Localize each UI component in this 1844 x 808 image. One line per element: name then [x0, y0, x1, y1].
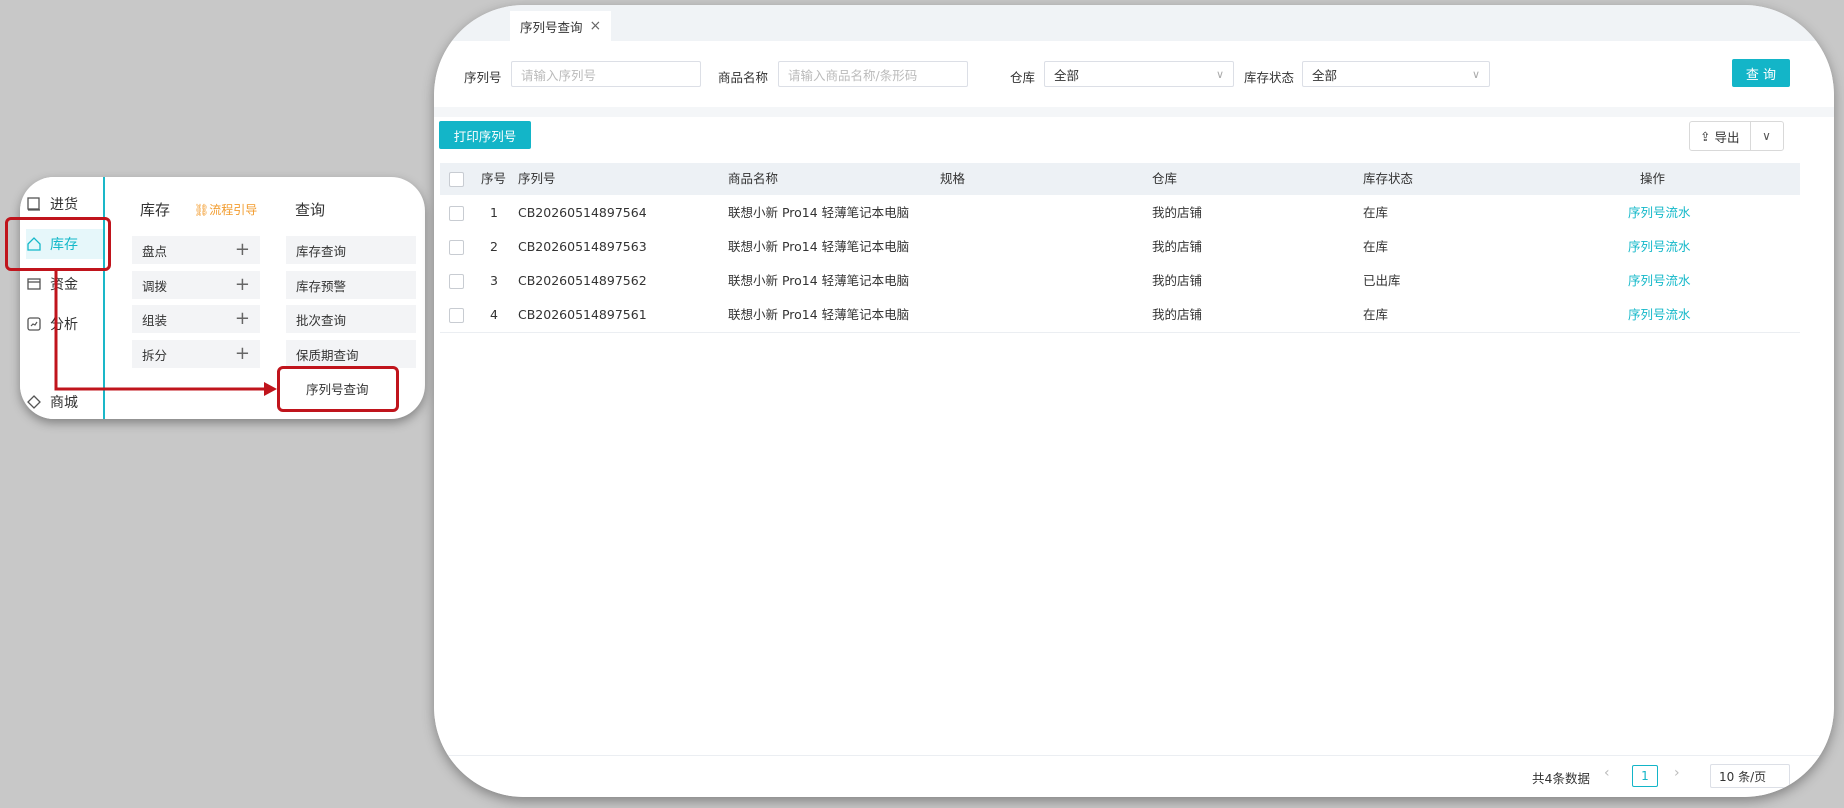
serial-input[interactable]: 请输入序列号: [511, 61, 701, 87]
export-button-group: ⇪ 导出 ∨: [1689, 121, 1784, 151]
serial-label: 序列号: [464, 70, 502, 85]
cell-index: 1: [490, 205, 498, 220]
chevron-down-icon: ∨: [1762, 129, 1771, 143]
cell-serial: CB20260514897563: [518, 239, 647, 254]
select-all-checkbox[interactable]: [449, 172, 464, 187]
cell-status: 在库: [1363, 239, 1389, 254]
row-checkbox[interactable]: [449, 240, 464, 255]
divider: [434, 107, 1834, 117]
chevron-down-icon: ∨: [1471, 67, 1480, 81]
cell-warehouse: 我的店铺: [1152, 205, 1203, 220]
table-row[interactable]: 4 CB20260514897561 联想小新 Pro14 轻薄笔记本电脑 我的…: [440, 298, 1800, 333]
row-checkbox[interactable]: [449, 308, 464, 323]
cell-serial: CB20260514897562: [518, 273, 647, 288]
tab-bar: 序列号查询 ×: [434, 5, 1834, 41]
serial-flow-link[interactable]: 序列号流水: [1628, 264, 1691, 298]
serial-flow-link[interactable]: 序列号流水: [1628, 196, 1691, 230]
col-warehouse: 仓库: [1152, 171, 1178, 186]
status-label: 库存状态: [1244, 70, 1295, 85]
chevron-down-icon: ∨: [1215, 67, 1224, 81]
status-value: 全部: [1312, 67, 1338, 83]
page-number-current[interactable]: 1: [1632, 765, 1658, 787]
page-size-select[interactable]: 10 条/页: [1710, 764, 1790, 788]
serial-flow-link[interactable]: 序列号流水: [1628, 230, 1691, 264]
cell-status: 已出库: [1363, 273, 1401, 288]
col-product: 商品名称: [728, 171, 779, 186]
footer-divider: [434, 755, 1834, 756]
cell-warehouse: 我的店铺: [1152, 307, 1203, 322]
col-action: 操作: [1640, 171, 1666, 186]
prev-page-icon[interactable]: ‹: [1604, 765, 1610, 781]
col-serial: 序列号: [518, 171, 556, 186]
product-label: 商品名称: [718, 70, 769, 85]
cell-product: 联想小新 Pro14 轻薄笔记本电脑: [728, 239, 910, 254]
cell-product: 联想小新 Pro14 轻薄笔记本电脑: [728, 205, 910, 220]
col-index: 序号: [481, 171, 507, 186]
main-window: 序列号查询 × 序列号 请输入序列号 商品名称 请输入商品名称/条形码 仓库 全…: [434, 5, 1834, 797]
cell-serial: CB20260514897564: [518, 205, 647, 220]
export-label: 导出: [1714, 129, 1740, 145]
table-row[interactable]: 3 CB20260514897562 联想小新 Pro14 轻薄笔记本电脑 我的…: [440, 264, 1800, 299]
table-row[interactable]: 1 CB20260514897564 联想小新 Pro14 轻薄笔记本电脑 我的…: [440, 196, 1800, 231]
tab-label: 序列号查询: [520, 19, 583, 35]
content-area: 序列号 请输入序列号 商品名称 请输入商品名称/条形码 仓库 全部 ∨ 库存状态 …: [434, 41, 1834, 797]
serial-flow-link[interactable]: 序列号流水: [1628, 298, 1691, 332]
close-icon[interactable]: ×: [590, 18, 602, 34]
next-page-icon[interactable]: ›: [1674, 765, 1680, 781]
cell-index: 2: [490, 239, 498, 254]
cell-index: 3: [490, 273, 498, 288]
cell-warehouse: 我的店铺: [1152, 239, 1203, 254]
table-row[interactable]: 2 CB20260514897563 联想小新 Pro14 轻薄笔记本电脑 我的…: [440, 230, 1800, 265]
print-serial-button[interactable]: 打印序列号: [439, 121, 531, 149]
warehouse-select[interactable]: 全部 ∨: [1044, 61, 1234, 87]
row-checkbox[interactable]: [449, 206, 464, 221]
cell-index: 4: [490, 307, 498, 322]
tab-serial-query[interactable]: 序列号查询 ×: [510, 11, 612, 41]
cell-serial: CB20260514897561: [518, 307, 647, 322]
cell-status: 在库: [1363, 205, 1389, 220]
col-spec: 规格: [940, 171, 966, 186]
status-select[interactable]: 全部 ∨: [1302, 61, 1490, 87]
total-count: 共4条数据: [1532, 771, 1590, 786]
table-header: 序号 序列号 商品名称 规格 仓库 库存状态 操作: [440, 163, 1800, 195]
cell-status: 在库: [1363, 307, 1389, 322]
warehouse-label: 仓库: [1010, 70, 1036, 85]
export-dropdown-button[interactable]: ∨: [1751, 122, 1783, 150]
upload-icon: ⇪: [1700, 128, 1711, 144]
export-button[interactable]: ⇪ 导出: [1690, 122, 1751, 150]
product-input[interactable]: 请输入商品名称/条形码: [778, 61, 968, 87]
cell-product: 联想小新 Pro14 轻薄笔记本电脑: [728, 273, 910, 288]
warehouse-value: 全部: [1054, 67, 1080, 83]
query-button[interactable]: 查 询: [1732, 59, 1790, 87]
row-checkbox[interactable]: [449, 274, 464, 289]
cell-warehouse: 我的店铺: [1152, 273, 1203, 288]
col-status: 库存状态: [1363, 171, 1414, 186]
guide-arrow: [54, 271, 277, 396]
cell-product: 联想小新 Pro14 轻薄笔记本电脑: [728, 307, 910, 322]
